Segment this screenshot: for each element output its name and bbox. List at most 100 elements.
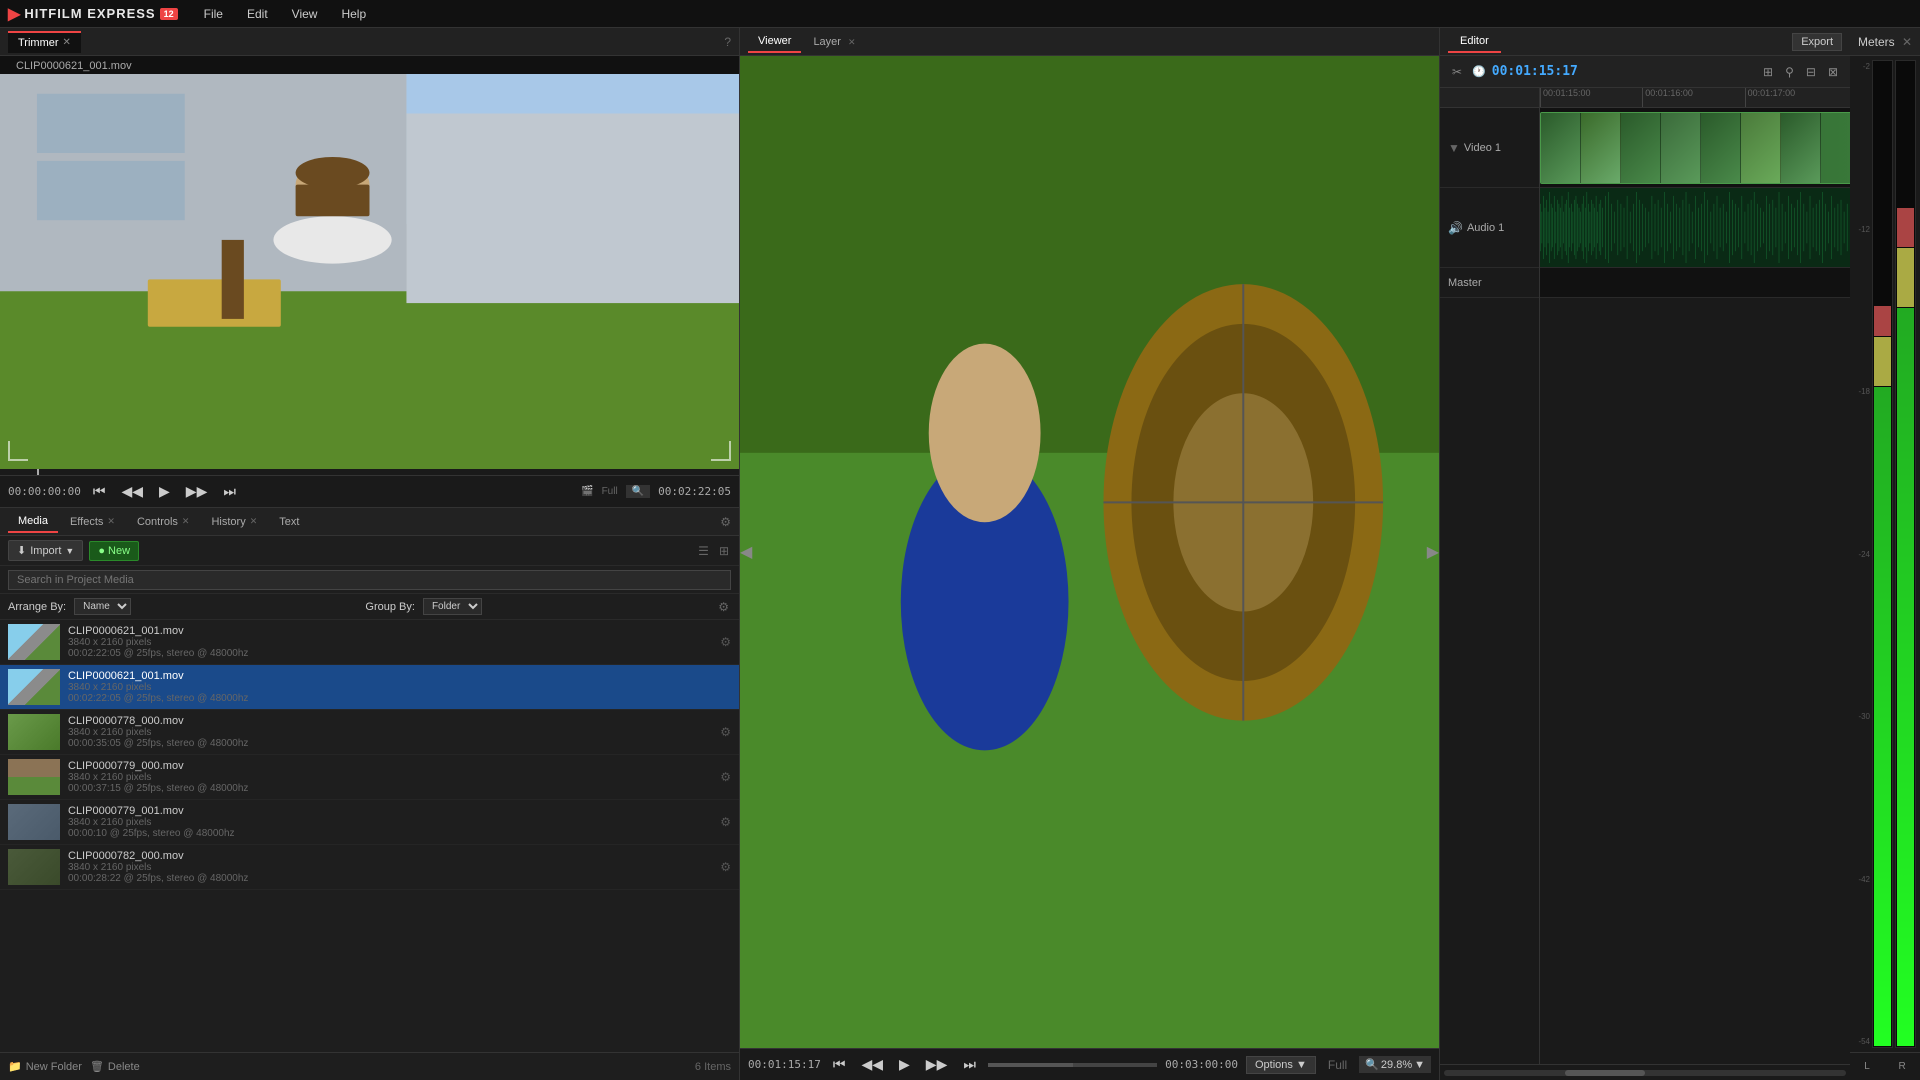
file-item[interactable]: CLIP0000779_000.mov 3840 x 2160 pixels 0… — [0, 755, 739, 800]
menu-edit[interactable]: Edit — [237, 3, 278, 25]
trimmer-time-start: 00:00:00:00 — [8, 485, 81, 498]
trimmer-btn-rewind[interactable]: ◀◀ — [117, 481, 147, 502]
viewer-progress[interactable] — [988, 1063, 1157, 1067]
trimmer-btn-forward[interactable]: ▶▶ — [182, 481, 212, 502]
tab-effects[interactable]: Effects ✕ — [60, 512, 125, 532]
grid-view-icon[interactable]: ⊞ — [717, 542, 731, 560]
meter-channel-right — [1895, 60, 1916, 1048]
db-label: -42 — [1854, 875, 1870, 884]
viewer-prev-arrow[interactable]: ◀ — [740, 542, 752, 562]
tab-layer-close[interactable]: ✕ — [848, 37, 856, 47]
magnet-icon[interactable]: ⚲ — [1781, 63, 1798, 81]
tab-media[interactable]: Media — [8, 511, 58, 533]
group-select[interactable]: Folder — [423, 598, 482, 615]
viewer-btn-start[interactable]: ⏮ — [829, 1054, 850, 1075]
trimmer-tab[interactable]: Trimmer ✕ — [8, 31, 81, 53]
viewer-panel: Viewer Layer ✕ ◀ ▶ — [740, 28, 1440, 1080]
ruler-mark-2: 00:01:16:00 — [1642, 88, 1693, 107]
file-settings-icon[interactable]: ⚙ — [720, 770, 731, 784]
file-item[interactable]: CLIP0000621_001.mov 3840 x 2160 pixels 0… — [0, 665, 739, 710]
clip-frame — [1621, 113, 1661, 183]
search-input[interactable] — [8, 570, 731, 590]
editor-content: ✂ 🕐 00:01:15:17 ⊞ ⚲ ⊟ ⊠ — [1440, 56, 1850, 1064]
tab-effects-label: Effects — [70, 516, 103, 528]
meter-yellow-segment-left — [1874, 337, 1891, 386]
arrange-settings-icon[interactable]: ⚙ — [716, 598, 731, 616]
tab-text[interactable]: Text — [269, 512, 309, 532]
video-clip[interactable] — [1540, 112, 1850, 184]
trimmer-tab-close[interactable]: ✕ — [63, 37, 71, 48]
media-panel: Media Effects ✕ Controls ✕ History ✕ Tex… — [0, 508, 739, 1080]
file-settings-icon[interactable]: ⚙ — [720, 860, 731, 874]
delete-button[interactable]: 🗑 Delete — [90, 1060, 140, 1073]
options-label: Options — [1255, 1059, 1293, 1071]
zoom-icon: 🔍 — [632, 486, 644, 497]
editor-panel: Editor Export ✂ 🕐 00:01:15:17 ⊞ — [1440, 28, 1850, 1080]
tab-layer[interactable]: Layer ✕ — [803, 32, 865, 52]
new-dot: ● — [98, 545, 105, 557]
file-info: CLIP0000779_001.mov 3840 x 2160 pixels 0… — [68, 805, 712, 839]
split-icon[interactable]: ⊟ — [1802, 63, 1820, 81]
tab-history-close[interactable]: ✕ — [250, 516, 258, 527]
trimmer-filename: CLIP0000621_001.mov — [8, 58, 140, 74]
file-item[interactable]: CLIP0000782_000.mov 3840 x 2160 pixels 0… — [0, 845, 739, 890]
tab-history-label: History — [211, 516, 245, 528]
tab-effects-close[interactable]: ✕ — [107, 516, 115, 527]
clip-frames — [1541, 113, 1850, 183]
clip-frame — [1541, 113, 1581, 183]
viewer-btn-rewind[interactable]: ◀◀ — [857, 1054, 887, 1075]
meters-close-icon[interactable]: ✕ — [1902, 35, 1912, 49]
trimmer-progress-bar[interactable] — [0, 469, 739, 475]
arrange-select[interactable]: Name — [74, 598, 131, 615]
trimmer-btn-end[interactable]: ⏭ — [219, 481, 240, 502]
logo-icon: ▶ — [8, 4, 20, 24]
new-folder-button[interactable]: 📁 New Folder — [8, 1060, 82, 1073]
viewer-next-arrow[interactable]: ▶ — [1427, 542, 1439, 562]
file-item[interactable]: CLIP0000779_001.mov 3840 x 2160 pixels 0… — [0, 800, 739, 845]
viewer-time-start: 00:01:15:17 — [748, 1058, 821, 1071]
zoom-icon: 🔍 — [1365, 1058, 1379, 1071]
tab-history[interactable]: History ✕ — [201, 512, 267, 532]
viewer-time-end: 00:03:00:00 — [1165, 1058, 1238, 1071]
tab-controls[interactable]: Controls ✕ — [127, 512, 200, 532]
media-tab-bar: Media Effects ✕ Controls ✕ History ✕ Tex… — [0, 508, 739, 536]
video-icon: ▼ — [1448, 141, 1460, 155]
new-button[interactable]: ● New — [89, 541, 139, 561]
ripple-icon[interactable]: ⊠ — [1824, 63, 1842, 81]
media-panel-settings[interactable]: ⚙ — [720, 515, 731, 529]
options-button[interactable]: Options ▼ — [1246, 1056, 1316, 1074]
main-layout: Trimmer ✕ ? CLIP0000621_001.mov — [0, 28, 1920, 1080]
viewer-btn-end[interactable]: ⏭ — [959, 1054, 980, 1075]
list-view-icon[interactable]: ☰ — [696, 542, 711, 560]
menu-view[interactable]: View — [282, 3, 328, 25]
trimmer-in-icon: 🎬 — [581, 486, 593, 497]
file-settings-icon[interactable]: ⚙ — [720, 725, 731, 739]
new-folder-label: New Folder — [26, 1061, 82, 1073]
viewer-btn-play[interactable]: ▶ — [895, 1054, 914, 1075]
editor-btn-tools[interactable]: ✂ — [1448, 63, 1466, 81]
tab-viewer[interactable]: Viewer — [748, 31, 801, 53]
tab-editor[interactable]: Editor — [1448, 31, 1501, 53]
trimmer-btn-start[interactable]: ⏮ — [89, 481, 110, 502]
snap-icon[interactable]: ⊞ — [1759, 63, 1777, 81]
arrange-bar: Arrange By: Name Group By: Folder ⚙ — [0, 594, 739, 620]
track-label-master: Master — [1440, 268, 1539, 298]
app-version: 12 — [160, 8, 178, 20]
trimmer-btn-play[interactable]: ▶ — [155, 481, 174, 502]
export-button[interactable]: Export — [1792, 33, 1842, 51]
import-button[interactable]: ⬇ Import ▼ — [8, 540, 83, 561]
viewer-btn-forward[interactable]: ▶▶ — [922, 1054, 952, 1075]
tab-controls-close[interactable]: ✕ — [182, 516, 190, 527]
menu-help[interactable]: Help — [331, 3, 376, 25]
file-info: CLIP0000621_001.mov 3840 x 2160 pixels 0… — [68, 625, 712, 659]
file-settings-icon[interactable]: ⚙ — [720, 635, 731, 649]
viewer-zoom-control[interactable]: 🔍 29.8% ▼ — [1359, 1056, 1431, 1073]
timeline-ruler: 00:01:15:00 00:01:16:00 00:01:17:00 — [1540, 88, 1850, 108]
file-item[interactable]: CLIP0000621_001.mov 3840 x 2160 pixels 0… — [0, 620, 739, 665]
editor-scrollbar[interactable] — [1440, 1064, 1850, 1080]
file-item[interactable]: CLIP0000778_000.mov 3840 x 2160 pixels 0… — [0, 710, 739, 755]
trimmer-help-icon[interactable]: ? — [724, 35, 731, 49]
file-settings-icon[interactable]: ⚙ — [720, 815, 731, 829]
clip-frame — [1701, 113, 1741, 183]
menu-file[interactable]: File — [194, 3, 233, 25]
